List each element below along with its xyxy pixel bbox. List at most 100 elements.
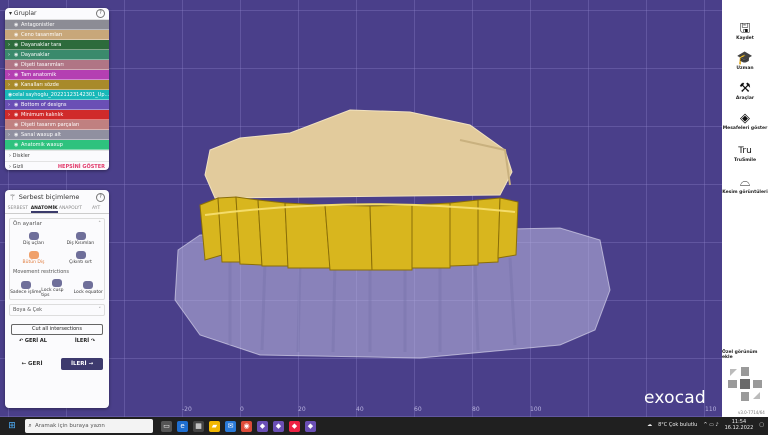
system-tray: ☁ 8°C Çok bulutlu ^ ▭ ♪ 11:54 16.12.2022… — [647, 419, 764, 431]
next-button[interactable]: İLERİ → — [61, 358, 103, 370]
group-row[interactable]: ◉ Antagonistler — [5, 20, 109, 30]
file-explorer-icon[interactable]: ▰ — [209, 420, 220, 432]
tab-free[interactable]: SERBEST — [5, 204, 31, 213]
tool-label: Diş Kısımları — [66, 240, 95, 246]
tool-label: Lock equator — [73, 290, 103, 295]
version-label: v3.0-7714/64 — [738, 410, 765, 415]
show-all-button[interactable]: HEPSİNİ GÖSTER — [58, 164, 105, 170]
wizard-nav: ← GERİ İLERİ → — [11, 358, 103, 370]
tool-tooth-tips[interactable]: Diş uçları — [10, 229, 57, 248]
group-row[interactable]: ◉ celal sayhoglu_20221123142301_Up... — [5, 90, 109, 100]
clock-date: 16.12.2022 — [724, 425, 754, 431]
tooth-tips-icon — [28, 231, 39, 240]
exocad-app-icon[interactable]: ◆ — [257, 420, 268, 432]
group-row[interactable]: ◉ Ceno tasarımları — [5, 30, 109, 40]
show-distances-button[interactable]: ◈ Mesafeleri göster — [722, 112, 768, 132]
tab-anapolyt[interactable]: ANAPOLYT — [58, 204, 84, 213]
trusmile-label: TruSmile — [733, 158, 757, 163]
tool-only-edit[interactable]: Sadece işlime — [10, 277, 41, 299]
edge-icon[interactable]: e — [177, 420, 188, 432]
group-row[interactable]: ◉ Dişeti tasarımları — [5, 60, 109, 70]
group-row[interactable]: › ◉ Dayanaklar — [5, 50, 109, 60]
only-edit-icon — [20, 281, 31, 289]
eye-icon[interactable]: ◉ — [14, 52, 21, 58]
windows-start-icon[interactable]: ⊞ — [5, 419, 19, 433]
notification-icon[interactable]: ▢ — [759, 422, 764, 428]
cut-all-intersections-button[interactable]: Cut all intersections — [11, 324, 103, 335]
help-icon[interactable]: ? — [96, 9, 105, 18]
group-row[interactable]: ◉ Anatomik waxup — [5, 140, 109, 150]
ruler-label: -20 — [182, 406, 192, 413]
navigation-cube-icon[interactable] — [726, 365, 764, 403]
trusmile-button[interactable]: Tru TruSmile — [722, 144, 768, 163]
exocad-logo: exocad — [644, 388, 706, 408]
tool-whole-tooth[interactable]: Bütün Diş — [10, 248, 57, 267]
eye-icon[interactable]: ◉ — [14, 22, 21, 28]
eye-icon[interactable]: ◉ — [14, 132, 21, 138]
group-row[interactable]: › ◉ Kanalları sözde — [5, 80, 109, 90]
eye-icon[interactable]: ◉ — [14, 82, 21, 88]
weather-label[interactable]: 8°C Çok bulutlu — [658, 422, 697, 428]
paint-pull-section[interactable]: Boya & Çek ˅ — [9, 304, 105, 316]
groups-header[interactable]: ▾ Gruplar ? — [5, 8, 109, 20]
undo-button[interactable]: ↶ GERİ AL — [19, 338, 47, 344]
eye-icon[interactable]: ◉ — [14, 122, 21, 128]
eye-icon[interactable]: ◉ — [14, 102, 21, 108]
clock[interactable]: 11:54 16.12.2022 — [725, 419, 754, 431]
eye-icon[interactable]: ◉ — [14, 62, 21, 68]
tool-lock-cusp[interactable]: Lock cusp tips — [41, 277, 72, 299]
group-label: celal sayhoglu_20221123142301_Up... — [12, 91, 109, 98]
redo-button[interactable]: İLERİ ↷ — [75, 338, 95, 344]
upper-jaw-model — [204, 109, 513, 199]
expert-button[interactable]: 🎓 Uzman — [722, 52, 768, 72]
mail-icon[interactable]: ✉ — [225, 420, 236, 432]
task-view-icon[interactable]: ▭ — [161, 420, 172, 432]
groups-hidden[interactable]: › Gizli HEPSİNİ GÖSTER — [5, 161, 109, 170]
group-label: Dayanaklar — [21, 51, 50, 58]
groups-list: ◉ Antagonistler ◉ Ceno tasarımları › ◉ Dayanak… — [5, 20, 109, 150]
group-label: Ceno tasarımları — [21, 31, 63, 38]
lock-cusp-icon — [51, 278, 62, 287]
eye-icon[interactable]: ◉ — [8, 92, 12, 98]
ruler-label: 0 — [240, 406, 244, 413]
eye-icon[interactable]: ◉ — [14, 112, 21, 118]
tool-tooth-parts[interactable]: Diş Kısımları — [57, 229, 104, 248]
right-toolbar: 🖫 Kaydet 🎓 Uzman ⚒ Araçlar ◈ Mesafeleri göst… — [722, 0, 768, 417]
tool-label: Diş uçları — [23, 240, 44, 246]
back-button[interactable]: ← GERİ — [11, 358, 53, 370]
expert-label: Uzman — [736, 66, 754, 71]
store-icon[interactable]: ▦ — [193, 420, 204, 432]
tools-button[interactable]: ⚒ Araçlar — [722, 82, 768, 102]
group-row[interactable]: › ◉ Dayanaklar tara — [5, 40, 109, 50]
eye-icon[interactable]: ◉ — [14, 42, 21, 48]
tray-icons[interactable]: ^ ▭ ♪ — [703, 422, 718, 428]
exocad-app-icon-2[interactable]: ◆ — [273, 420, 284, 432]
cut-view-icon: ⌓ — [739, 175, 751, 190]
cut-views-button[interactable]: ⌓ Kesim görüntüleri — [722, 175, 768, 196]
freeform-panel: ⚚ Serbest biçimleme ? SERBEST ANATOMİK A… — [5, 190, 109, 408]
group-row[interactable]: › ◉ Tam anatomik — [5, 70, 109, 80]
group-label: Minimum kalınlık — [21, 111, 64, 118]
group-row[interactable]: › ◉ Sanal waxup alt — [5, 130, 109, 140]
save-button[interactable]: 🖫 Kaydet — [722, 22, 768, 42]
help-icon[interactable]: ? — [96, 192, 105, 202]
group-row[interactable]: ◉ Dişeti tasarım parçaları — [5, 120, 109, 130]
undo-redo: ↶ GERİ AL İLERİ ↷ — [5, 338, 109, 344]
chrome-icon[interactable]: ◉ — [241, 420, 252, 432]
tab-ayt[interactable]: AYT — [83, 204, 109, 213]
eye-icon[interactable]: ◉ — [14, 142, 21, 148]
tool-label: Bütün Diş — [22, 259, 45, 265]
group-row[interactable]: › ◉ Minimum kalınlık — [5, 110, 109, 120]
exocad-app-icon-3[interactable]: ◆ — [305, 420, 316, 432]
groups-disks[interactable]: › Diskler — [5, 150, 109, 161]
app-icon[interactable]: ◆ — [289, 420, 300, 432]
tool-ridge[interactable]: Çıkıntı sırt — [57, 248, 104, 267]
group-row[interactable]: › ◉ Bottom of designs — [5, 100, 109, 110]
taskbar-search-box[interactable]: ⌕ Aramak için buraya yazın — [25, 419, 153, 433]
tab-anatomic[interactable]: ANATOMİK — [30, 204, 58, 213]
eye-icon[interactable]: ◉ — [14, 72, 21, 78]
tool-lock-equator[interactable]: Lock equator — [73, 277, 104, 299]
add-custom-view[interactable]: Özel görünüm ekle — [722, 350, 768, 360]
chevron-up-icon[interactable]: ˄ — [98, 221, 101, 227]
eye-icon[interactable]: ◉ — [14, 32, 21, 38]
